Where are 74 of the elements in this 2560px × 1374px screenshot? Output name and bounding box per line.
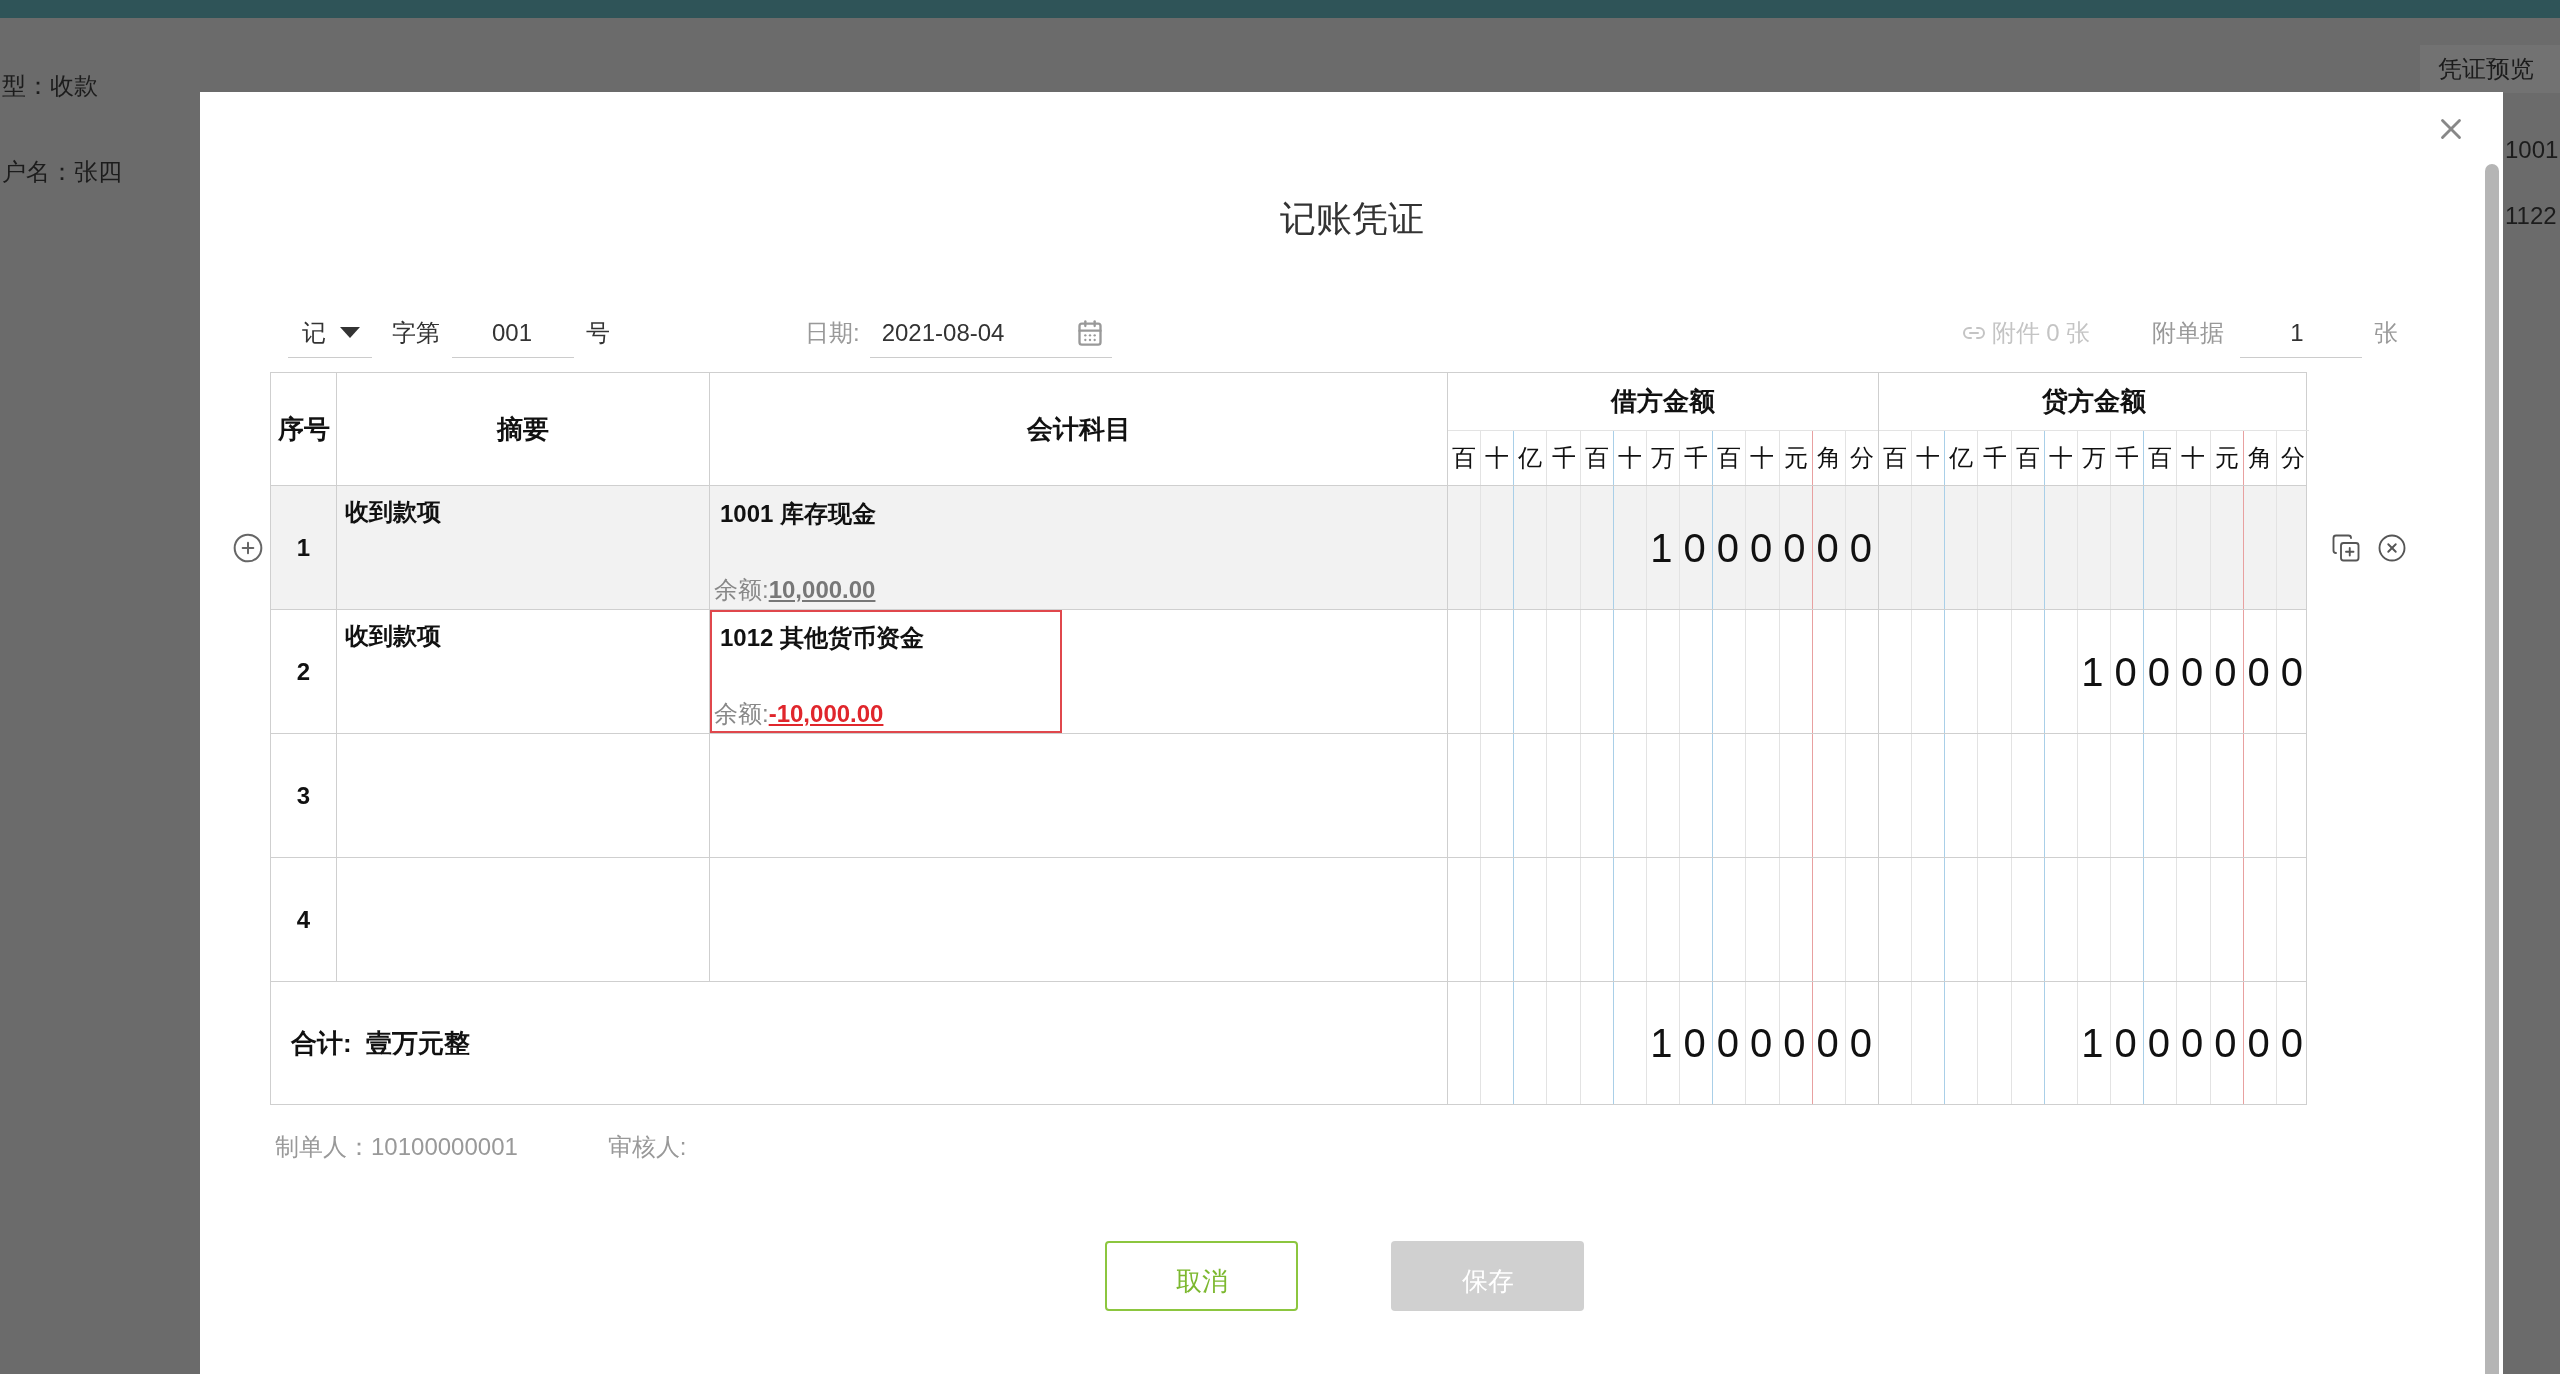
unit-label: 百 xyxy=(1452,443,1477,473)
account-cell[interactable]: 1012 其他货币资金 余额:-10,000.00 xyxy=(710,610,1062,733)
credit-amount: 1000000 xyxy=(2081,648,2314,696)
row-number: 4 xyxy=(296,904,311,935)
background-code: 1001 xyxy=(2505,135,2559,165)
unit-label: 十 xyxy=(1916,443,1941,473)
preview-tab[interactable]: 凭证预览 xyxy=(2420,45,2560,93)
unit-label: 百 xyxy=(1584,443,1609,473)
reviewer-text: 审核人: xyxy=(607,1132,687,1162)
debit-amount: 1000000 xyxy=(1650,524,1883,572)
unit-label: 角 xyxy=(2247,443,2272,473)
unit-label: 十 xyxy=(2181,443,2206,473)
unit-label: 千 xyxy=(1684,443,1709,473)
debit-total: 1000000 xyxy=(1650,1020,1883,1067)
unit-label: 十 xyxy=(1617,443,1642,473)
row-number: 2 xyxy=(296,656,311,687)
column-header: 会计科目 xyxy=(1026,412,1131,446)
add-row-icon[interactable] xyxy=(232,532,264,564)
account-name: 1001 库存现金 xyxy=(720,499,877,529)
total-label: 合计: xyxy=(291,1026,352,1060)
credit-total: 1000000 xyxy=(2081,1020,2314,1067)
balance-amount: 10,000.00 xyxy=(768,576,876,603)
unit-label: 百 xyxy=(2015,443,2040,473)
row-number: 1 xyxy=(296,532,311,563)
docs-count-field[interactable]: 1 xyxy=(2240,308,2363,358)
row-number: 3 xyxy=(296,780,311,811)
unit-label: 十 xyxy=(1485,443,1510,473)
summary-cell[interactable]: 收到款项 xyxy=(345,498,441,525)
unit-label: 元 xyxy=(2214,443,2239,473)
column-header: 借方金额 xyxy=(1611,385,1715,418)
copy-row-icon[interactable] xyxy=(2331,533,2361,563)
unit-label: 百 xyxy=(1883,443,1908,473)
column-header: 贷方金额 xyxy=(2042,385,2146,418)
account-cell[interactable]: 1001 库存现金 余额:10,000.00 xyxy=(710,486,1062,609)
docs-unit: 张 xyxy=(2374,318,2399,348)
account-name: 1012 其他货币资金 xyxy=(720,623,925,653)
maker-text: 制单人：10100000001 xyxy=(275,1132,518,1162)
balance-amount: -10,000.00 xyxy=(768,700,884,727)
background-field: 型：收款 xyxy=(0,68,98,104)
unit-label: 亿 xyxy=(1949,443,1974,473)
unit-label: 元 xyxy=(1783,443,1808,473)
balance-label: 余额: xyxy=(714,700,769,727)
unit-label: 亿 xyxy=(1518,443,1543,473)
dialog-title: 记账凭证 xyxy=(1279,197,1424,241)
summary-cell[interactable]: 收到款项 xyxy=(345,622,441,649)
unit-label: 千 xyxy=(2115,443,2140,473)
voucher-type-select[interactable]: 记 xyxy=(288,308,372,358)
unit-label: 十 xyxy=(2048,443,2073,473)
delete-row-icon[interactable] xyxy=(2377,533,2407,563)
unit-label: 万 xyxy=(1651,443,1675,473)
word-label: 字第 xyxy=(392,318,440,348)
unit-label: 万 xyxy=(2082,443,2106,473)
caret-icon xyxy=(340,327,360,338)
unit-label: 百 xyxy=(1717,443,1742,473)
docs-label: 附单据 xyxy=(2152,318,2225,348)
unit-label: 千 xyxy=(1551,443,1576,473)
date-field[interactable]: 2021-08-04 xyxy=(869,308,1112,358)
background-field: 户名：张四 xyxy=(0,154,122,190)
unit-label: 百 xyxy=(2148,443,2173,473)
number-suffix: 号 xyxy=(586,318,610,348)
unit-label: 十 xyxy=(1750,443,1775,473)
total-in-words: 壹万元整 xyxy=(365,1026,470,1060)
number-field[interactable]: 001 xyxy=(452,308,574,358)
column-header: 序号 xyxy=(277,412,330,446)
unit-label: 分 xyxy=(2280,443,2305,473)
unit-label: 千 xyxy=(1982,443,2007,473)
background-code: 1122 xyxy=(2505,201,2558,231)
column-header: 摘要 xyxy=(497,412,549,446)
unit-label: 角 xyxy=(1816,443,1841,473)
calendar-icon xyxy=(1075,318,1104,347)
unit-label: 分 xyxy=(1849,443,1874,473)
balance-label: 余额: xyxy=(714,576,769,603)
scrollbar[interactable] xyxy=(2485,164,2499,1374)
date-label: 日期: xyxy=(805,318,860,348)
